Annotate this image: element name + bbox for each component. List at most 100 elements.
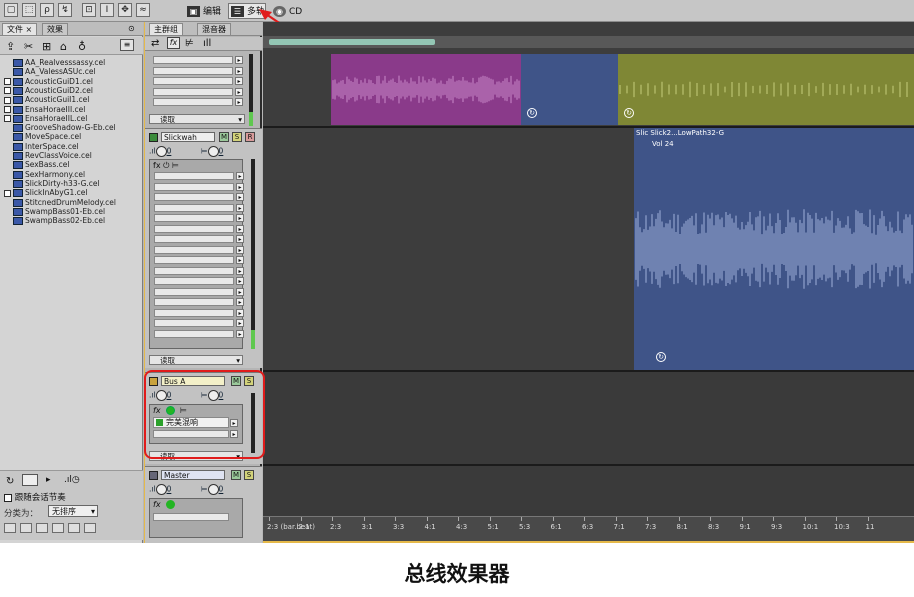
expand-checkbox[interactable] xyxy=(4,189,11,197)
view-options-icon[interactable]: ≡ xyxy=(120,39,134,51)
master-pan[interactable]: ⊨ 0 xyxy=(201,484,223,495)
file-list-item[interactable]: EnsaHoraeIIL.cel xyxy=(4,114,87,123)
file-list-item[interactable]: SexHarmony.cel xyxy=(4,170,85,179)
expand-checkbox[interactable] xyxy=(4,115,11,123)
file-list-item[interactable]: SexBass.cel xyxy=(4,160,69,170)
fx-header-icons[interactable]: fx ⏻ ⊨ xyxy=(153,161,179,171)
expand-checkbox[interactable] xyxy=(4,106,11,113)
lasso-tool-icon[interactable]: ρ xyxy=(40,3,54,17)
volume-icon[interactable]: .ıl◷ xyxy=(64,475,80,485)
track2-name-field[interactable]: Slickwah xyxy=(161,132,215,142)
filter-icon[interactable] xyxy=(68,523,80,533)
fx-slot[interactable] xyxy=(154,193,234,201)
fx-slot[interactable] xyxy=(154,182,234,191)
slot-menu-icon[interactable]: ▸ xyxy=(235,87,243,96)
slot-menu-icon[interactable]: ▸ xyxy=(235,66,243,75)
sends-icon[interactable]: ⊭ xyxy=(185,38,194,49)
record-button[interactable]: R xyxy=(245,132,255,142)
fx-slot[interactable] xyxy=(154,319,234,327)
master-volume[interactable]: .ıl 0 xyxy=(149,484,171,495)
fx-slot[interactable] xyxy=(154,256,234,264)
expand-checkbox[interactable] xyxy=(4,96,11,104)
file-list-item[interactable]: GrooveShadow-G-Eb.cel xyxy=(4,123,116,133)
time-ruler[interactable]: 2:3 (bar.beat) 2:1 2:3 3:1 3:3 4:1 4:3 5:1 5:3 6:… xyxy=(263,516,914,541)
file-list-item[interactable]: RevClassVoice.cel xyxy=(4,151,92,160)
slot-menu-icon[interactable]: ▸ xyxy=(236,214,244,222)
slot-menu-icon[interactable]: ▸ xyxy=(236,182,244,191)
file-list-item[interactable]: AcousticGuiI1.cel xyxy=(4,95,89,105)
fx-slot[interactable] xyxy=(153,56,233,64)
clip-blue-top[interactable]: ↻ xyxy=(521,54,618,125)
spectral-tool-icon[interactable]: ≈ xyxy=(136,3,150,17)
tab-files[interactable]: 文件 × xyxy=(2,23,38,35)
master-name-field[interactable]: Master xyxy=(161,470,225,480)
visible-range-slider[interactable] xyxy=(269,39,435,45)
zoom-tool-icon[interactable]: ↯ xyxy=(58,3,72,17)
track1-read-dropdown[interactable]: 读取 ▾ xyxy=(149,114,245,124)
tab-effects[interactable]: 效果 xyxy=(42,23,68,35)
marquee-tool-icon[interactable]: ⬚ xyxy=(22,3,36,17)
file-list-item[interactable]: EnsaHoraeIII.cel xyxy=(4,105,85,114)
fx-slot[interactable] xyxy=(153,98,233,106)
clip-purple[interactable] xyxy=(331,54,521,125)
copy-icon[interactable] xyxy=(36,523,48,533)
file-list-item[interactable]: MoveSpace.cel xyxy=(4,132,81,142)
track2-volume[interactable]: .ıl 0 xyxy=(149,146,171,157)
file-list-item[interactable]: InterSpace.cel xyxy=(4,142,79,151)
file-list-item[interactable]: SwampBass02-Eb.cel xyxy=(4,216,105,226)
fx-slot[interactable] xyxy=(153,77,233,85)
slot-menu-icon[interactable]: ▸ xyxy=(236,277,244,285)
import-file-icon[interactable]: ⇪ xyxy=(6,40,15,53)
info-icon[interactable] xyxy=(52,523,64,533)
eq-icon[interactable]: ıll xyxy=(203,38,211,49)
file-list-item[interactable]: AA_ValessASUc.cel xyxy=(4,67,96,77)
fx-slot[interactable] xyxy=(154,266,234,275)
fx-power-icon[interactable] xyxy=(166,500,175,509)
solo-button[interactable]: S xyxy=(232,132,242,142)
file-list-item[interactable]: SwampBass01-Eb.cel xyxy=(4,207,105,216)
fx-slot[interactable] xyxy=(154,224,234,233)
file-list-item[interactable]: AcousticGuiD1.cel xyxy=(4,77,93,86)
bus-a-lane[interactable] xyxy=(263,372,914,464)
close-file-icon[interactable]: ✂ xyxy=(24,40,33,53)
tab-main-group[interactable]: 主群组 xyxy=(149,23,183,35)
fx-slot[interactable] xyxy=(154,308,234,317)
slot-menu-icon[interactable]: ▸ xyxy=(236,172,244,180)
hybrid-tool-icon[interactable]: ▢ xyxy=(4,3,18,17)
expand-checkbox[interactable] xyxy=(4,78,11,86)
file-list-item[interactable]: AA_Realvesssassy.cel xyxy=(4,58,105,67)
slot-menu-icon[interactable]: ▸ xyxy=(236,319,244,327)
multitrack-timeline[interactable]: ↻ ↻ Slic Slick2...LowPath32-G Vol 24 ↻ 2… xyxy=(263,22,914,543)
track2-read-dropdown[interactable]: 读取 ▾ xyxy=(149,355,243,365)
tab-mixer[interactable]: 混音器 xyxy=(197,23,231,35)
expand-checkbox[interactable] xyxy=(4,87,11,95)
new-icon[interactable] xyxy=(20,523,32,533)
slot-menu-icon[interactable]: ▸ xyxy=(236,287,244,296)
file-list-item[interactable]: AcousticGuiD2.cel xyxy=(4,86,93,95)
follow-tempo-checkbox[interactable]: 跟随会话节奏 xyxy=(4,491,134,503)
move-tool-icon[interactable]: ⊡ xyxy=(82,3,96,17)
slot-menu-icon[interactable]: ▸ xyxy=(236,203,244,212)
master-lane[interactable] xyxy=(263,466,914,516)
mute-button[interactable]: M xyxy=(219,132,229,142)
track2-pan[interactable]: ⊨ 0 xyxy=(201,146,223,157)
loop-icon[interactable]: ↻ xyxy=(6,476,14,487)
save-file-icon[interactable]: ⌂ xyxy=(60,40,67,53)
panel-menu-icon[interactable]: ⊙ xyxy=(128,24,135,33)
inputs-outputs-icon[interactable]: ⇄ xyxy=(151,38,159,49)
clip-olive[interactable]: ↻ xyxy=(618,54,914,125)
play-icon[interactable]: ▸ xyxy=(46,475,51,485)
master-fx-slot-1[interactable] xyxy=(153,513,229,521)
play-preview-icon[interactable]: ♁ xyxy=(78,40,86,53)
fx-slot[interactable] xyxy=(154,287,234,296)
slot-menu-icon[interactable]: ▸ xyxy=(236,266,244,275)
slot-menu-icon[interactable]: ▸ xyxy=(236,193,244,201)
fx-slot[interactable] xyxy=(154,214,234,222)
open-icon[interactable] xyxy=(4,523,16,533)
clip-slickwah[interactable]: Slic Slick2...LowPath32-G Vol 24 ↻ xyxy=(634,128,914,370)
slot-menu-icon[interactable]: ▸ xyxy=(236,245,244,254)
scrub-tool-icon[interactable]: ✥ xyxy=(118,3,132,17)
slot-menu-icon[interactable]: ▸ xyxy=(236,235,244,243)
slot-menu-icon[interactable]: ▸ xyxy=(235,56,243,64)
file-list-item[interactable]: StitcnedDrumMelody.cel xyxy=(4,198,116,207)
